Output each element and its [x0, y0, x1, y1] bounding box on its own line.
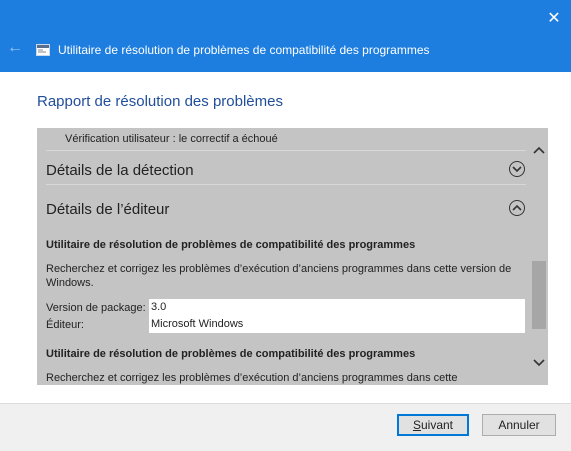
section-detection-label: Détails de la détection [46, 162, 194, 179]
cancel-button[interactable]: Annuler [482, 414, 556, 436]
report-heading: Rapport de résolution des problèmes [37, 93, 283, 110]
scrollbar-thumb[interactable] [532, 261, 546, 329]
back-arrow-icon[interactable]: ← [7, 40, 23, 56]
chevron-down-icon[interactable] [509, 161, 525, 177]
report-scroll-pane[interactable]: Vérification utilisateur : le correctif … [37, 128, 548, 385]
user-check-status: Vérification utilisateur : le correctif … [65, 133, 278, 145]
separator [46, 150, 526, 151]
publisher-label: Éditeur: [46, 319, 84, 331]
title-bar: ✕ ← Utilitaire de résolution de problème… [0, 0, 571, 72]
publisher-entry-name: Utilitaire de résolution de problèmes de… [46, 239, 416, 251]
scroll-up-icon[interactable] [532, 144, 546, 158]
publisher-value: Microsoft Windows [149, 316, 525, 333]
package-version-label: Version de package: [46, 302, 146, 314]
dialog-footer: Suivant Annuler [0, 403, 571, 451]
publisher-entry-description: Recherchez et corrigez les problèmes d’e… [46, 263, 512, 289]
package-version-value: 3.0 [149, 299, 525, 316]
report-content: Vérification utilisateur : le correctif … [37, 128, 530, 385]
chevron-up-icon[interactable] [509, 200, 525, 216]
window-title: Utilitaire de résolution de problèmes de… [58, 43, 430, 57]
close-icon[interactable]: ✕ [545, 10, 563, 28]
section-publisher-details[interactable]: Détails de l’éditeur [37, 191, 530, 229]
publisher-entry-name: Utilitaire de résolution de problèmes de… [46, 348, 416, 360]
scroll-down-icon[interactable] [532, 355, 546, 369]
section-publisher-label: Détails de l’éditeur [46, 201, 170, 218]
vertical-scrollbar[interactable] [530, 128, 548, 385]
next-button[interactable]: Suivant [397, 414, 469, 436]
publisher-entry-description: Recherchez et corrigez les problèmes d’e… [46, 372, 458, 384]
app-icon [36, 43, 50, 56]
separator [46, 184, 526, 185]
